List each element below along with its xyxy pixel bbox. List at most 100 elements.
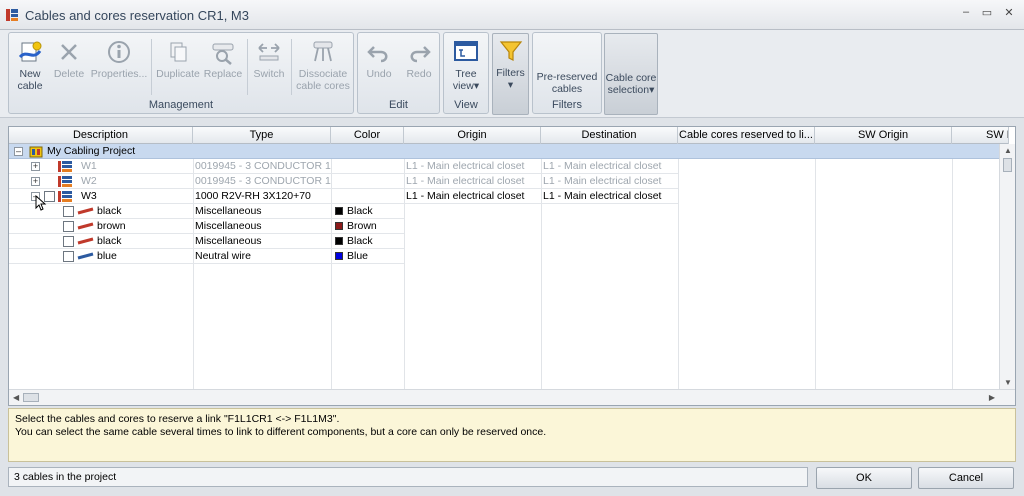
dissociate-label-2: cable cores bbox=[296, 80, 350, 92]
horizontal-scroll-thumb[interactable] bbox=[23, 393, 39, 402]
expand-toggle[interactable]: + bbox=[31, 177, 40, 186]
info-icon bbox=[108, 41, 130, 63]
undo-button[interactable]: Undo bbox=[360, 35, 398, 101]
core-row[interactable]: black Miscellaneous Black bbox=[9, 234, 999, 249]
scroll-left-arrow-icon[interactable]: ◀ bbox=[13, 393, 19, 402]
grid-header: Description Type Color Origin Destinatio… bbox=[9, 127, 1009, 144]
delete-icon bbox=[61, 44, 77, 60]
undo-icon bbox=[367, 46, 388, 63]
type-cell: 1000 R2V-RH 3X120+70 bbox=[193, 189, 331, 204]
cable-core-selection-button[interactable]: Cable core selection▾ bbox=[604, 33, 658, 115]
filters-button[interactable]: Filters ▾ bbox=[492, 33, 529, 115]
cable-name: W2 bbox=[81, 175, 97, 187]
color-swatch bbox=[335, 251, 343, 260]
scroll-up-arrow-icon[interactable]: ▲ bbox=[1004, 146, 1012, 155]
origin-cell: L1 - Main electrical closet bbox=[404, 189, 541, 204]
maximize-button[interactable]: ▭ bbox=[979, 6, 995, 22]
type-cell: Miscellaneous bbox=[193, 219, 331, 234]
core-wire-icon bbox=[77, 207, 94, 215]
delete-label: Delete bbox=[53, 68, 85, 80]
switch-button[interactable]: Switch bbox=[251, 35, 287, 101]
vertical-scroll-thumb[interactable] bbox=[1003, 158, 1012, 172]
funnel-icon bbox=[499, 41, 522, 61]
redo-button[interactable]: Redo bbox=[400, 35, 438, 101]
pre-reserved-cables-button[interactable]: Pre-reserved cables bbox=[535, 71, 599, 99]
dissociate-cable-cores-button[interactable]: Dissociate cable cores bbox=[293, 35, 353, 101]
core-wire-icon bbox=[77, 222, 94, 230]
type-cell: Neutral wire bbox=[193, 249, 331, 264]
dropdown-arrow-icon: ▾ bbox=[473, 80, 480, 92]
core-row[interactable]: brown Miscellaneous Brown bbox=[9, 219, 999, 234]
scroll-down-arrow-icon[interactable]: ▼ bbox=[1004, 378, 1012, 387]
column-header-description[interactable]: Description bbox=[9, 127, 193, 144]
core-row[interactable]: blue Neutral wire Blue bbox=[9, 249, 999, 264]
replace-button[interactable]: Replace bbox=[203, 35, 243, 101]
switch-icon bbox=[258, 43, 280, 61]
cable-row[interactable]: + W2 0019945 - 3 CONDUCTOR 1... L1 - Mai… bbox=[9, 174, 999, 189]
dissociate-icon bbox=[313, 41, 333, 62]
core-checkbox[interactable] bbox=[63, 206, 74, 217]
cable-name: W1 bbox=[81, 160, 97, 172]
cable-icon bbox=[58, 161, 72, 172]
core-row[interactable]: black Miscellaneous Black bbox=[9, 204, 999, 219]
cable-row[interactable]: + W1 0019945 - 3 CONDUCTOR 1... L1 - Mai… bbox=[9, 159, 999, 174]
column-header-origin[interactable]: Origin bbox=[404, 127, 541, 144]
duplicate-label: Duplicate bbox=[156, 68, 200, 80]
core-name: blue bbox=[97, 250, 117, 262]
column-header-sw-destination[interactable]: SW De bbox=[952, 127, 1009, 144]
core-checkbox[interactable] bbox=[63, 236, 74, 247]
column-header-destination[interactable]: Destination bbox=[541, 127, 678, 144]
new-cable-button[interactable]: New cable bbox=[11, 35, 49, 101]
dropdown-arrow-icon: ▾ bbox=[507, 79, 514, 91]
tree-view-button[interactable]: Tree view▾ bbox=[446, 35, 486, 101]
cable-row[interactable]: – W3 1000 R2V-RH 3X120+70 L1 - Main elec… bbox=[9, 189, 999, 204]
color-swatch bbox=[335, 236, 343, 245]
description-cell: + W1 bbox=[9, 159, 193, 174]
cancel-button[interactable]: Cancel bbox=[918, 467, 1014, 489]
window-title: Cables and cores reservation CR1, M3 bbox=[25, 8, 249, 23]
cable-name: W3 bbox=[81, 190, 97, 202]
column-header-cable-cores-reserved[interactable]: Cable cores reserved to li... bbox=[678, 127, 815, 144]
core-name: black bbox=[97, 205, 122, 217]
cables-grid: Description Type Color Origin Destinatio… bbox=[8, 126, 1016, 406]
delete-button[interactable]: Delete bbox=[51, 35, 87, 101]
new-cable-label-1: New bbox=[19, 68, 41, 80]
core-checkbox[interactable] bbox=[63, 221, 74, 232]
duplicate-button[interactable]: Duplicate bbox=[155, 35, 201, 101]
collapse-toggle[interactable]: – bbox=[14, 147, 23, 156]
cable-core-selection-label-2-text: selection bbox=[607, 84, 650, 96]
column-header-type[interactable]: Type bbox=[193, 127, 331, 144]
project-name: My Cabling Project bbox=[47, 145, 136, 157]
color-cell bbox=[331, 159, 404, 174]
view-group: Tree view▾ View bbox=[443, 32, 489, 114]
status-bar: 3 cables in the project bbox=[8, 467, 808, 487]
expand-toggle[interactable]: + bbox=[31, 162, 40, 171]
properties-button[interactable]: Properties... bbox=[89, 35, 149, 101]
tree-view-label-2: view▾ bbox=[446, 80, 486, 92]
vertical-scrollbar[interactable]: ▲ ▼ bbox=[999, 144, 1015, 389]
description-cell: blue bbox=[9, 249, 193, 264]
horizontal-scrollbar[interactable]: ◀ ▶ bbox=[9, 389, 1015, 405]
core-checkbox[interactable] bbox=[63, 251, 74, 262]
column-header-sw-origin[interactable]: SW Origin bbox=[815, 127, 952, 144]
pre-reserved-label-1: Pre-reserved bbox=[536, 71, 598, 83]
replace-icon bbox=[212, 43, 234, 65]
scroll-right-arrow-icon[interactable]: ▶ bbox=[989, 393, 995, 402]
management-group: New cable Delete Properties... Duplicate bbox=[8, 32, 354, 114]
ok-button[interactable]: OK bbox=[816, 467, 912, 489]
close-button[interactable]: ✕ bbox=[1001, 6, 1017, 22]
destination-cell: L1 - Main electrical closet bbox=[541, 159, 678, 174]
minimize-button[interactable]: – bbox=[958, 6, 974, 22]
management-group-label: Management bbox=[148, 99, 214, 111]
type-cell: 0019945 - 3 CONDUCTOR 1... bbox=[193, 160, 331, 174]
info-line-1: Select the cables and cores to reserve a… bbox=[15, 413, 340, 425]
project-row[interactable]: – My Cabling Project bbox=[9, 144, 1001, 159]
description-cell: + W2 bbox=[9, 174, 193, 189]
core-wire-icon bbox=[77, 237, 94, 245]
cable-icon bbox=[58, 191, 72, 202]
color-swatch bbox=[335, 221, 343, 230]
tree-view-label-1: Tree bbox=[455, 68, 477, 80]
undo-label: Undo bbox=[366, 68, 392, 80]
column-header-color[interactable]: Color bbox=[331, 127, 404, 144]
new-cable-icon bbox=[18, 41, 42, 62]
